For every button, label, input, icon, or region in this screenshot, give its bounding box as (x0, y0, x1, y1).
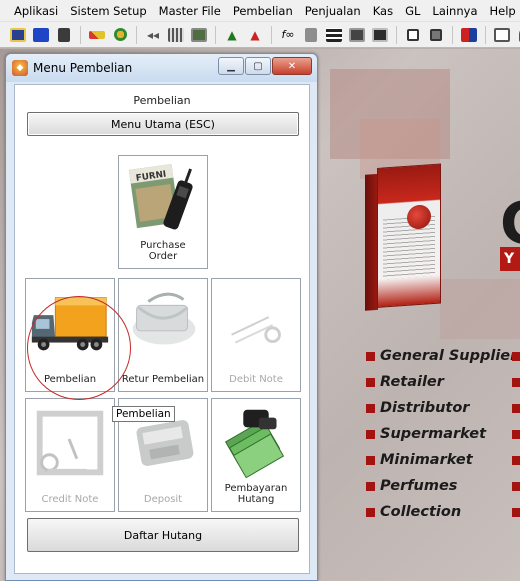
toolbar-separator (136, 25, 137, 44)
retur-pembelian-label: Retur Pembelian (121, 374, 205, 385)
menu-bar: Aplikasi Sistem Setup Master File Pembel… (0, 0, 520, 22)
close-button[interactable]: ✕ (272, 57, 312, 75)
first-record-icon[interactable]: ◂◂ (143, 25, 163, 45)
menu-penjualan[interactable]: Penjualan (299, 4, 367, 18)
table-icon[interactable] (324, 25, 344, 45)
window-title-bar[interactable]: ◆ Menu Pembelian ▁ ▢ ✕ (6, 54, 317, 82)
menu-pembelian-window: ◆ Menu Pembelian ▁ ▢ ✕ Pembelian Menu Ut… (5, 53, 318, 581)
daftar-hutang-button[interactable]: Daftar Hutang (27, 518, 299, 552)
feature-list: General Supplier Retailer Distributor Su… (366, 343, 517, 525)
pembayaran-hutang-tile[interactable]: Pembayaran Hutang (211, 398, 301, 512)
feature-bullet (512, 352, 520, 361)
menu-master-file[interactable]: Master File (153, 4, 227, 18)
debit-note-icon (231, 316, 281, 344)
feature-bullet (512, 456, 520, 465)
blue-box-icon[interactable] (31, 25, 51, 45)
credit-note-tile[interactable]: Credit Note (25, 398, 115, 512)
credit-note-icon (36, 410, 104, 476)
payment-icon (224, 409, 285, 479)
feature-bullet (512, 508, 520, 517)
window-icon[interactable] (8, 25, 28, 45)
feature-item: Minimarket (366, 447, 517, 473)
book-icon[interactable] (459, 25, 479, 45)
toolbar-separator (452, 25, 453, 44)
purchase-order-icon: FURNI (128, 164, 193, 230)
copy-icon[interactable] (403, 25, 423, 45)
return-icon (132, 292, 196, 345)
export-icon[interactable] (492, 25, 512, 45)
software-box-image (365, 163, 445, 319)
report-icon[interactable] (347, 25, 367, 45)
menu-aplikasi[interactable]: Aplikasi (8, 4, 64, 18)
feature-item: Collection (366, 499, 517, 525)
feature-bullet (512, 378, 520, 387)
panel-title: Pembelian (133, 94, 191, 107)
toolbar-separator (396, 25, 397, 44)
purchase-order-tile[interactable]: FURNI Purchase Order (118, 155, 208, 269)
deposit-label: Deposit (143, 494, 183, 505)
image-icon[interactable] (189, 25, 209, 45)
form-icon[interactable] (370, 25, 390, 45)
toolbar-separator (485, 25, 486, 44)
calculator-icon[interactable] (301, 25, 321, 45)
menu-panel: Pembelian Menu Utama (ESC) FURNI Purchas… (14, 84, 310, 574)
menu-gl[interactable]: GL (399, 4, 426, 18)
toolbar-separator (80, 25, 81, 44)
decorative-square (440, 279, 520, 339)
minimize-button[interactable]: ▁ (218, 57, 244, 75)
share-icon[interactable] (426, 25, 446, 45)
feature-item: General Supplier (366, 343, 517, 369)
menu-kas[interactable]: Kas (367, 4, 399, 18)
feature-item: Supermarket (366, 421, 517, 447)
feature-item: Distributor (366, 395, 517, 421)
debit-note-tile[interactable]: Debit Note (211, 278, 301, 392)
app-icon: ◆ (12, 60, 28, 76)
retur-pembelian-tile[interactable]: Retur Pembelian (118, 278, 208, 392)
pen-icon[interactable] (87, 25, 107, 45)
feature-bullet (512, 430, 520, 439)
feature-item: Perfumes (366, 473, 517, 499)
brand-badge: Y (500, 247, 520, 271)
pembayaran-hutang-label: Pembayaran Hutang (224, 483, 288, 505)
lock-icon[interactable] (515, 25, 520, 45)
credit-note-label: Credit Note (41, 494, 99, 505)
menu-lainnya[interactable]: Lainnya (426, 4, 483, 18)
menu-pembelian[interactable]: Pembelian (227, 4, 299, 18)
fx-icon[interactable]: f∞ (278, 25, 298, 45)
user-icon[interactable] (110, 25, 130, 45)
toolbar-separator (271, 25, 272, 44)
chart-icon[interactable]: ▲ (222, 25, 242, 45)
menu-sistem-setup[interactable]: Sistem Setup (64, 4, 152, 18)
menu-help[interactable]: Help (484, 4, 520, 18)
feature-bullet (512, 482, 520, 491)
window-title: Menu Pembelian (33, 61, 133, 75)
feature-bullet (512, 404, 520, 413)
chart-alt-icon[interactable]: ▲ (245, 25, 265, 45)
document-icon[interactable] (54, 25, 74, 45)
debit-note-label: Debit Note (229, 374, 283, 385)
toolbar: ◂◂ ▲ ▲ f∞ (0, 22, 520, 48)
pembelian-tooltip: Pembelian (112, 406, 175, 422)
feature-item: Retailer (366, 369, 517, 395)
main-menu-button[interactable]: Menu Utama (ESC) (27, 112, 299, 136)
toolbar-separator (215, 25, 216, 44)
purchase-order-label: Purchase Order (140, 240, 186, 262)
grid-icon[interactable] (166, 25, 186, 45)
highlight-circle (27, 296, 131, 400)
maximize-button[interactable]: ▢ (245, 57, 271, 75)
